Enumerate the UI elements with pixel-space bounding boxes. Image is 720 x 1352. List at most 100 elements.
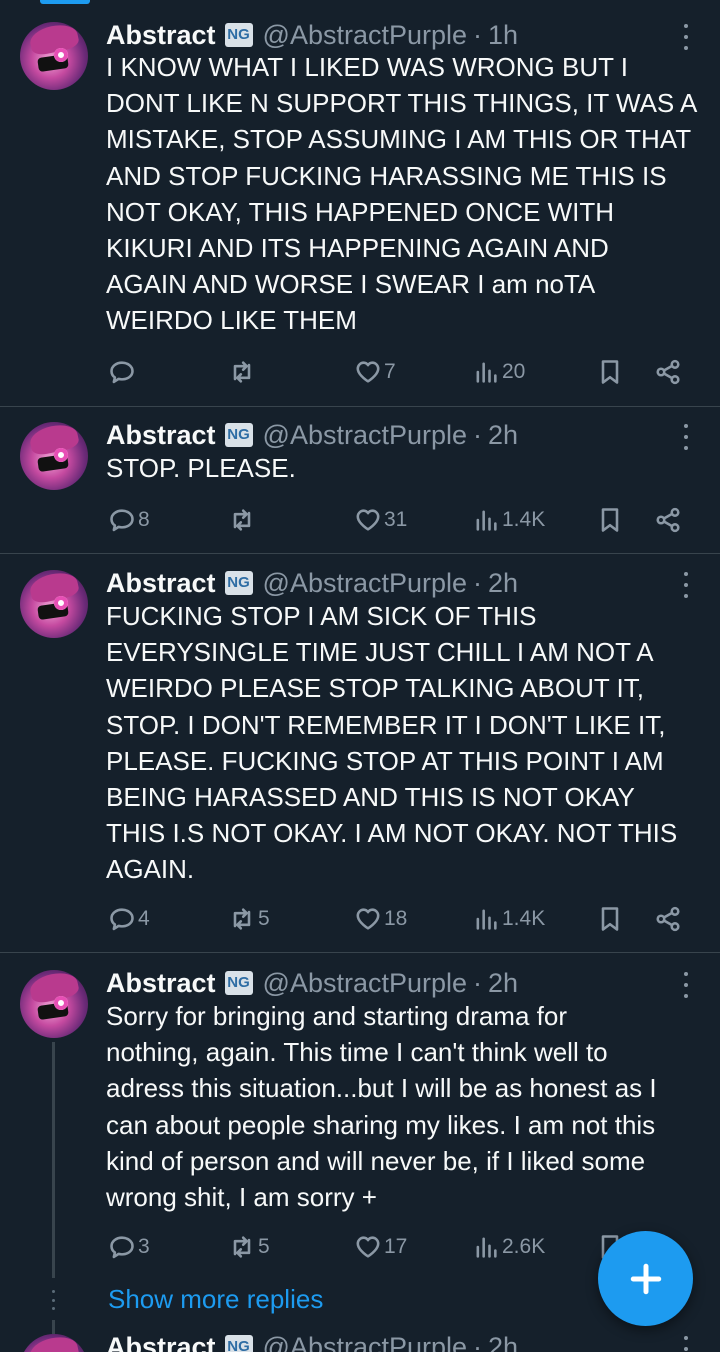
timestamp[interactable]: 2h: [488, 568, 518, 599]
like-count: 18: [384, 907, 408, 930]
show-more-replies-link[interactable]: Show more replies: [108, 1284, 323, 1315]
retweet-button[interactable]: [228, 355, 258, 389]
views-button[interactable]: 1.4K: [472, 902, 545, 936]
tweet-header: Abstract NG @AbstractPurple · 2h: [106, 566, 518, 600]
retweet-button[interactable]: [228, 503, 258, 537]
tweet-text: FUCKING STOP I AM SICK OF THIS EVERYSING…: [106, 601, 678, 885]
plus-icon: [630, 1263, 661, 1294]
more-options-icon[interactable]: [680, 572, 692, 598]
view-count: 20: [502, 360, 526, 383]
reply-button[interactable]: 8: [108, 503, 150, 537]
share-button[interactable]: [654, 902, 682, 936]
tweet[interactable]: Abstract NG @AbstractPurple · 2h Sorry f…: [0, 952, 720, 1282]
reply-count: 8: [138, 508, 150, 531]
tweet-text: Sorry for bringing and starting drama fo…: [106, 1001, 657, 1213]
reply-button[interactable]: [108, 355, 138, 389]
bookmark-button[interactable]: [596, 503, 624, 537]
share-icon: [656, 359, 680, 385]
tweet-text: STOP. PLEASE.: [106, 453, 296, 483]
separator-dot: ·: [473, 419, 483, 450]
compose-button[interactable]: [598, 1231, 693, 1326]
views-button[interactable]: 1.4K: [472, 503, 545, 537]
tweet-actions: 7 20: [106, 355, 696, 389]
handle[interactable]: @AbstractPurple: [263, 968, 468, 999]
more-options-icon[interactable]: [680, 972, 692, 998]
display-name[interactable]: Abstract: [106, 568, 216, 599]
thread-line: [52, 1042, 55, 1278]
share-button[interactable]: [654, 503, 682, 537]
timestamp[interactable]: 2h: [488, 420, 518, 451]
analytics-icon: [476, 510, 497, 531]
tweet-actions: 8 31 1.4K: [106, 503, 696, 537]
affiliate-badge: NG: [224, 571, 253, 595]
analytics-icon: [476, 1237, 497, 1258]
timestamp[interactable]: 1h: [488, 20, 518, 51]
more-options-icon[interactable]: [680, 424, 692, 450]
timestamp[interactable]: 2h: [488, 968, 518, 999]
like-button[interactable]: 18: [354, 902, 407, 936]
avatar[interactable]: [20, 570, 88, 638]
more-options-icon[interactable]: [680, 1336, 692, 1352]
thread-gap-dots: [50, 1290, 56, 1310]
display-name[interactable]: Abstract: [106, 20, 216, 51]
tweet-header: Abstract NG @AbstractPurple · 2h: [106, 966, 518, 1000]
reply-icon: [110, 509, 134, 532]
heart-icon: [356, 509, 380, 531]
reply-button[interactable]: 4: [108, 902, 150, 936]
view-count: 1.4K: [502, 907, 546, 930]
handle[interactable]: @AbstractPurple: [263, 568, 468, 599]
display-name[interactable]: Abstract: [106, 968, 216, 999]
avatar[interactable]: [20, 422, 88, 490]
reply-count: 3: [138, 1235, 150, 1258]
separator-dot: ·: [473, 1331, 483, 1352]
share-icon: [656, 906, 680, 932]
tweet-header: Abstract NG @AbstractPurple · 2h: [106, 1330, 518, 1352]
separator-dot: ·: [473, 567, 483, 598]
heart-icon: [356, 361, 380, 383]
like-button[interactable]: 31: [354, 503, 407, 537]
tweet[interactable]: Abstract NG @AbstractPurple · 2h: [0, 1322, 720, 1352]
reply-icon: [110, 908, 134, 931]
handle[interactable]: @AbstractPurple: [263, 420, 468, 451]
affiliate-badge: NG: [224, 971, 253, 995]
views-button[interactable]: 20: [472, 355, 525, 389]
like-button[interactable]: 7: [354, 355, 396, 389]
display-name[interactable]: Abstract: [106, 420, 216, 451]
retweet-count: 5: [258, 1235, 270, 1258]
retweet-count: 5: [258, 907, 270, 930]
tweet-header: Abstract NG @AbstractPurple · 1h: [106, 18, 518, 52]
avatar[interactable]: [20, 1334, 88, 1352]
retweet-button[interactable]: 5: [228, 902, 270, 936]
views-button[interactable]: 2.6K: [472, 1230, 545, 1264]
more-options-icon[interactable]: [680, 24, 692, 50]
handle[interactable]: @AbstractPurple: [263, 20, 468, 51]
retweet-icon: [233, 361, 251, 383]
affiliate-badge: NG: [224, 423, 253, 447]
timestamp[interactable]: 2h: [488, 1332, 518, 1352]
bookmark-icon: [601, 907, 619, 931]
tweet[interactable]: Abstract NG @AbstractPurple · 2h FUCKING…: [0, 553, 720, 953]
view-count: 1.4K: [502, 508, 546, 531]
tweet[interactable]: Abstract NG @AbstractPurple · 2h STOP. P…: [0, 406, 720, 554]
affiliate-badge: NG: [224, 23, 253, 47]
handle[interactable]: @AbstractPurple: [263, 1332, 468, 1352]
reply-button[interactable]: 3: [108, 1230, 150, 1264]
bookmark-button[interactable]: [596, 355, 624, 389]
avatar[interactable]: [20, 970, 88, 1038]
analytics-icon: [476, 909, 497, 930]
tweet-header: Abstract NG @AbstractPurple · 2h: [106, 418, 518, 452]
analytics-icon: [476, 362, 497, 383]
tweet-actions: 4 5 18 1.4K: [106, 902, 696, 936]
display-name[interactable]: Abstract: [106, 1332, 216, 1352]
share-button[interactable]: [654, 355, 682, 389]
view-count: 2.6K: [502, 1235, 546, 1258]
like-button[interactable]: 17: [354, 1230, 407, 1264]
bookmark-icon: [601, 508, 619, 532]
separator-dot: ·: [473, 967, 483, 998]
bookmark-button[interactable]: [596, 902, 624, 936]
tweet[interactable]: Abstract NG @AbstractPurple · 1h I KNOW …: [0, 0, 720, 407]
avatar[interactable]: [20, 22, 88, 90]
reply-icon: [110, 361, 134, 384]
retweet-button[interactable]: 5: [228, 1230, 270, 1264]
heart-icon: [356, 1236, 380, 1258]
